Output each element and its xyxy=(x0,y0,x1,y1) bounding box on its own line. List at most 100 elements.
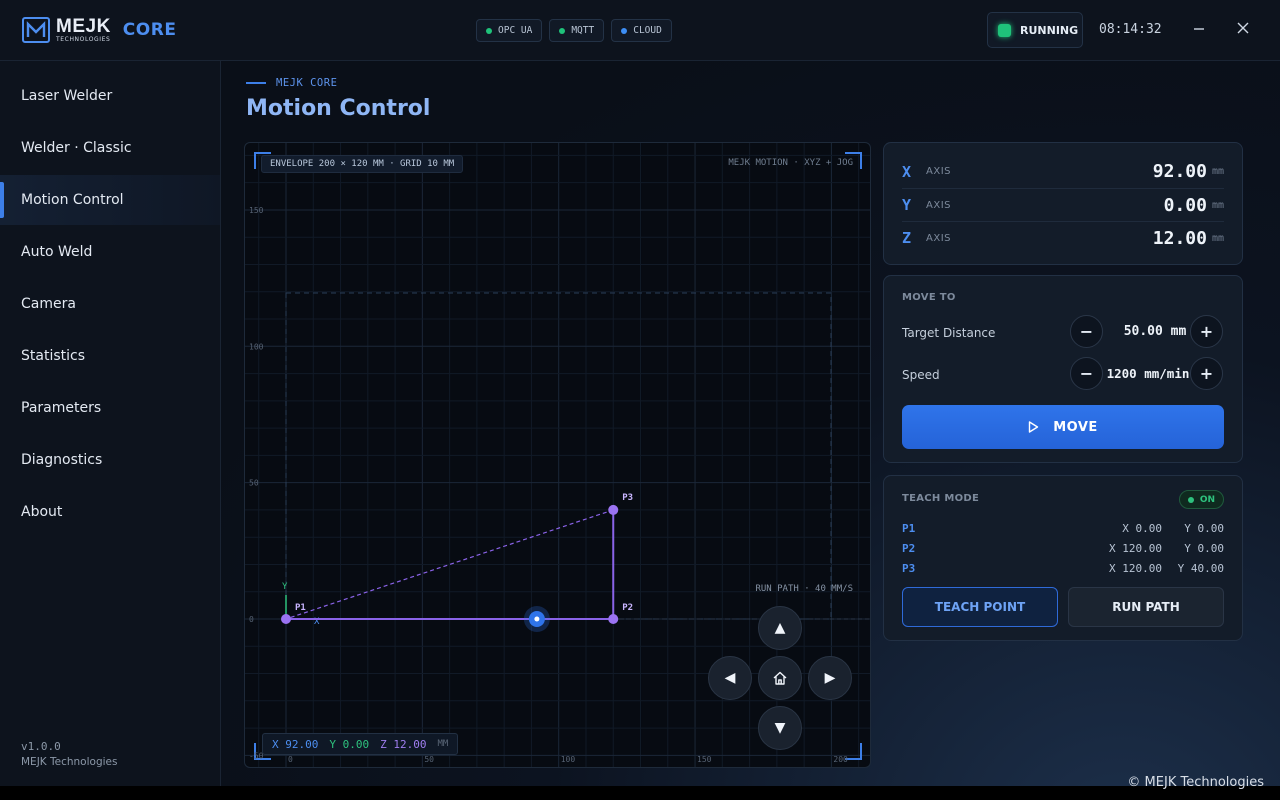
teach-point-name: P1 xyxy=(902,521,916,535)
axis-unit: mm xyxy=(1211,232,1224,244)
axis-value-z: 12.00 xyxy=(1152,227,1207,249)
clock: 08:14:32 xyxy=(1099,22,1162,37)
brand-logo: MEJK TECHNOLOGIES CORE xyxy=(22,17,176,43)
sidebar-item-statistics[interactable]: Statistics xyxy=(0,331,220,381)
run-path-button[interactable]: RUN PATH xyxy=(1068,587,1224,627)
x-tick-label: 0 xyxy=(288,755,293,764)
sidebar-item-about[interactable]: About xyxy=(0,487,220,537)
logo-subtitle: TECHNOLOGIES xyxy=(56,36,111,43)
close-icon xyxy=(1237,22,1249,34)
logo-word: MEJK xyxy=(56,16,111,37)
tool-position-marker xyxy=(523,606,550,632)
jog-left-button[interactable]: ◀ xyxy=(708,656,752,700)
run-path-label: RUN PATH · 40 MM/S xyxy=(755,584,853,594)
sidebar-item-parameters[interactable]: Parameters xyxy=(0,383,220,433)
running-indicator-icon xyxy=(998,23,1011,37)
sidebar-item-auto-weld[interactable]: Auto Weld xyxy=(0,227,220,277)
axis-name: Z xyxy=(902,229,912,247)
axis-row-y: Y AXIS 0.00 mm xyxy=(902,188,1224,221)
axis-position-panel: X AXIS 92.00 mm Y AXIS 0.00 mm Z AXIS 12… xyxy=(883,142,1243,265)
arrow-up-icon: ▲ xyxy=(774,620,786,636)
product-name: CORE xyxy=(122,20,177,40)
y-tick-label: 50 xyxy=(249,479,259,488)
axis-word: AXIS xyxy=(926,166,951,177)
axis-word: AXIS xyxy=(926,232,951,244)
sidebar-item-motion-control[interactable]: Motion Control xyxy=(0,175,220,225)
x-tick-label: 150 xyxy=(697,755,712,764)
axis-value-x: 92.00 xyxy=(1152,161,1207,182)
speed-value[interactable]: 1200 mm/min xyxy=(1104,366,1192,381)
app-version: v1.0.0 xyxy=(21,740,61,753)
status-dot-icon xyxy=(559,27,566,34)
distance-increment-button[interactable]: + xyxy=(1190,315,1223,348)
axis-name: Y xyxy=(902,196,912,214)
teach-mode-panel: TEACH MODE ON P1 X 0.00 Y 0.00 P2 X 120.… xyxy=(883,475,1243,641)
readout-x: X 92.00 xyxy=(272,737,319,751)
sidebar: Laser Welder Welder · Classic Motion Con… xyxy=(0,61,221,786)
arrow-right-icon: ▶ xyxy=(824,670,836,686)
plus-icon: + xyxy=(1199,364,1214,383)
logo-mark-icon xyxy=(22,17,50,43)
minimize-icon xyxy=(1194,28,1204,30)
axis-word: AXIS xyxy=(926,199,951,211)
minimize-button[interactable] xyxy=(1190,20,1208,38)
breadcrumb: MEJK CORE xyxy=(246,77,337,89)
minus-icon: − xyxy=(1079,322,1094,341)
close-button[interactable] xyxy=(1234,20,1252,38)
envelope-label: ENVELOPE 200 × 120 MM · GRID 10 MM xyxy=(261,155,464,173)
jog-home-button[interactable] xyxy=(758,656,802,700)
teach-point-row: P3 X 120.00 Y 40.00 xyxy=(902,560,1224,576)
readout-unit: MM xyxy=(437,739,449,749)
teach-point-row: P2 X 120.00 Y 0.00 xyxy=(902,540,1224,556)
jog-up-button[interactable]: ▲ xyxy=(758,606,802,650)
jog-down-button[interactable]: ▼ xyxy=(758,706,802,750)
sidebar-item-camera[interactable]: Camera xyxy=(0,279,220,329)
teach-point-marker xyxy=(281,614,291,624)
sidebar-item-diagnostics[interactable]: Diagnostics xyxy=(0,435,220,485)
axis-unit: mm xyxy=(1211,199,1224,211)
teach-point-x: X 0.00 xyxy=(1122,521,1162,535)
teach-point-marker xyxy=(608,614,619,624)
distance-decrement-button[interactable]: − xyxy=(1070,315,1103,348)
jog-right-button[interactable]: ▶ xyxy=(808,656,852,700)
y-tick-label: 100 xyxy=(249,342,264,351)
section-title: TEACH MODE xyxy=(902,493,980,504)
teach-point-y: Y 40.00 xyxy=(1177,561,1224,575)
motion-canvas[interactable]: 150 100 50 0 -50 0 50 100 150 200 Y X P1 P2 P3 ENVE… xyxy=(244,142,871,768)
breadcrumb-line xyxy=(246,82,266,84)
position-readout: X 92.00 Y 0.00 Z 12.00 MM xyxy=(262,733,459,755)
teach-point-name: P3 xyxy=(902,561,916,575)
speed-label: Speed xyxy=(902,368,940,382)
y-tick-label: 150 xyxy=(249,206,264,215)
move-button[interactable]: MOVE xyxy=(902,405,1224,449)
play-icon xyxy=(1029,421,1039,433)
run-state-badge: RUNNING xyxy=(987,12,1083,48)
teach-point-x: X 120.00 xyxy=(1109,561,1162,575)
tool-center xyxy=(534,616,540,622)
status-pill-cloud: CLOUD xyxy=(611,19,672,42)
axis-name: X xyxy=(902,162,912,181)
teach-point-button[interactable]: TEACH POINT xyxy=(902,587,1058,627)
minus-icon: − xyxy=(1079,364,1094,383)
teach-mode-toggle[interactable]: ON xyxy=(1178,490,1224,509)
taught-points: P1 P2 P3 xyxy=(281,493,633,624)
y-axis-label: Y xyxy=(282,582,288,592)
teach-point-row: P1 X 0.00 Y 0.00 xyxy=(902,520,1224,536)
teach-point-name: P2 xyxy=(902,541,916,555)
sidebar-item-laser-welder[interactable]: Laser Welder xyxy=(0,71,220,121)
teach-point-x: X 120.00 xyxy=(1109,541,1162,555)
teach-point-y: Y 0.00 xyxy=(1184,541,1224,555)
arrow-down-icon: ▼ xyxy=(774,720,786,736)
teach-point-label: P3 xyxy=(622,493,633,503)
axis-row-z: Z AXIS 12.00 mm xyxy=(902,221,1224,254)
axis-unit: mm xyxy=(1211,166,1224,177)
speed-decrement-button[interactable]: − xyxy=(1070,357,1103,390)
speed-increment-button[interactable]: + xyxy=(1190,357,1223,390)
top-bar: MEJK TECHNOLOGIES CORE OPC UA MQTT CLOUD… xyxy=(0,0,1280,61)
status-pill-opcua: OPC UA xyxy=(476,19,543,42)
status-dot-icon xyxy=(486,27,492,34)
axis-row-x: X AXIS 92.00 mm xyxy=(902,155,1224,188)
sidebar-item-welder-classic[interactable]: Welder · Classic xyxy=(0,123,220,173)
readout-z: Z 12.00 xyxy=(380,737,427,751)
copyright: © MEJK Technologies xyxy=(1127,775,1264,790)
